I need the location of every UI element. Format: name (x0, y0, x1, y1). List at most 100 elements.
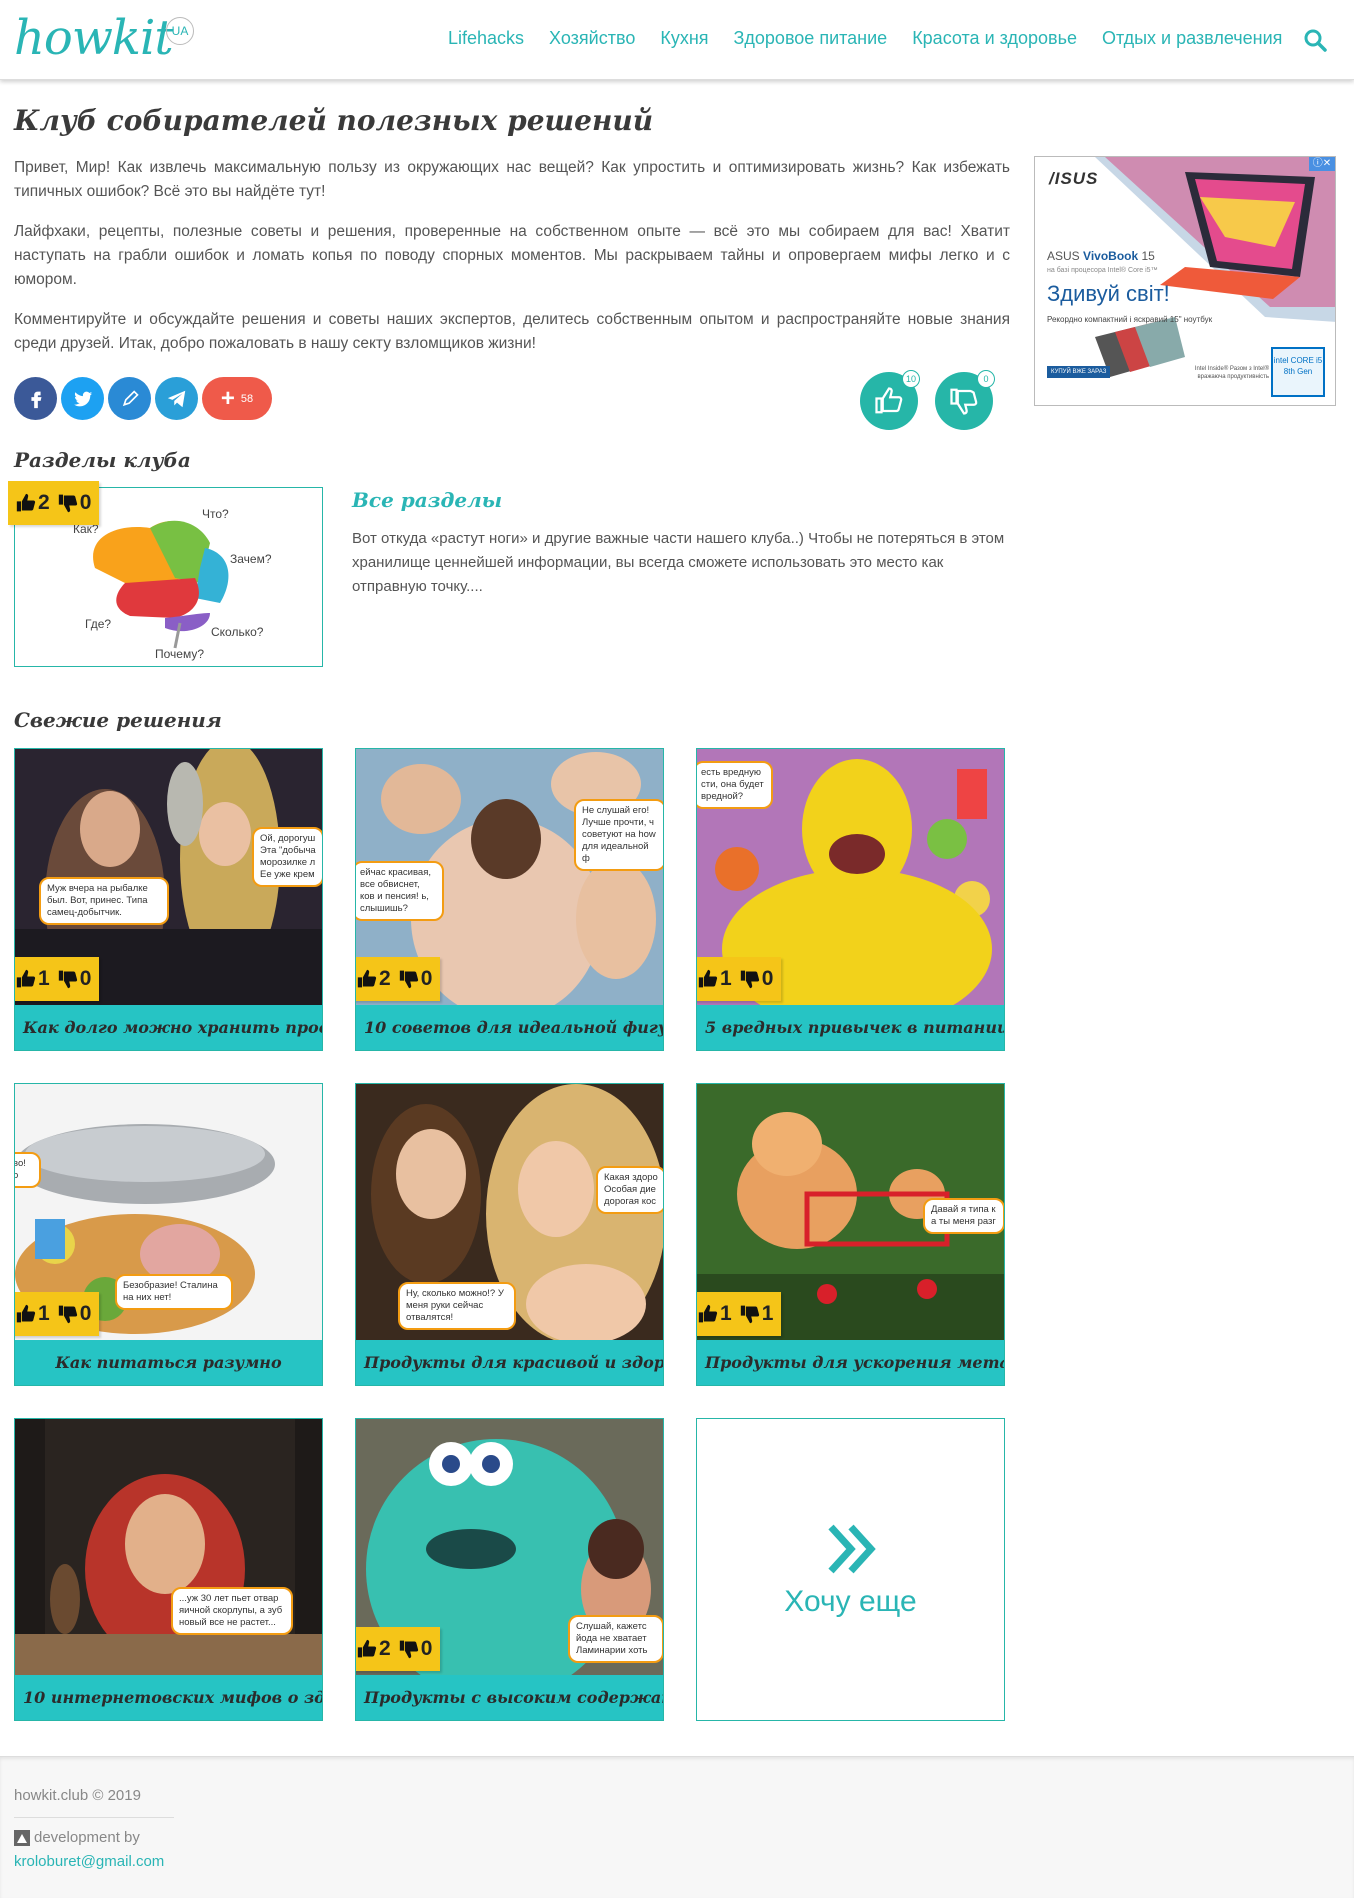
card-image (15, 1419, 322, 1675)
nav-lifehacks[interactable]: Lifehacks (448, 28, 524, 49)
rating-up: 2 (38, 491, 50, 514)
intel-badge: intel CORE i5 8th Gen (1271, 347, 1325, 397)
rating-up: 1 (38, 967, 50, 990)
rating-down: 0 (420, 967, 433, 990)
dislike-count: 0 (977, 370, 995, 388)
double-chevron-right-icon (827, 1524, 876, 1573)
like-button[interactable]: 10 (860, 370, 920, 430)
solution-card[interactable]: Давай я типа к а ты меня разг 1 1 Продук… (696, 1083, 1005, 1386)
region-badge: UA (166, 17, 194, 45)
site-header: howkit UA Lifehacks Хозяйство Кухня Здор… (0, 0, 1354, 80)
developer-logo-icon (14, 1829, 30, 1846)
brain-label: Почему? (155, 647, 204, 661)
solution-card[interactable]: Слушай, кажетс йода не хватает Ламинарии… (355, 1418, 664, 1721)
thumbs-down-icon (740, 970, 759, 989)
share-count: 58 (240, 392, 254, 405)
facebook-share-button[interactable] (14, 377, 57, 420)
nav-healthy-food[interactable]: Здоровое питание (734, 28, 888, 49)
speech-bubble: Давай я типа к а ты меня разг (923, 1198, 1004, 1234)
thumbs-down-icon (950, 388, 978, 415)
pencil-icon (122, 389, 139, 406)
speech-bubble: Муж вчера на рыбалке был. Вот, принес. Т… (39, 877, 169, 925)
ad-info-icon[interactable]: ⓘ✕ (1309, 157, 1335, 171)
brain-label: Зачем? (230, 552, 272, 566)
all-sections-link[interactable]: Все разделы (352, 488, 502, 512)
solution-card[interactable]: Не слушай его! Лучше прочти, ч советуют … (355, 748, 664, 1051)
speech-bubble: Слушай, кажетс йода не хватает Ламинарии… (568, 1615, 663, 1663)
rating-badge: 2 0 (8, 481, 100, 525)
nav-beauty-health[interactable]: Красота и здоровье (912, 28, 1077, 49)
club-sections-card[interactable]: Что? Как? Зачем? Где? Сколько? Почему? 2… (8, 481, 323, 667)
rating-down: 0 (420, 1637, 433, 1660)
card-caption[interactable]: 10 советов для идеальной фигуры (356, 1005, 663, 1050)
brain-label: Что? (202, 507, 229, 521)
dislike-button[interactable]: 0 (935, 370, 995, 430)
solution-card[interactable]: во! о Безобразие! Сталина на них нет! 1 … (14, 1083, 323, 1386)
card-caption[interactable]: Продукты для красивой и здорово... (356, 1340, 663, 1385)
rating-up: 1 (720, 967, 732, 990)
thumbs-up-icon (698, 1304, 718, 1323)
card-caption[interactable]: Как питаться разумно (15, 1340, 322, 1385)
footer-divider (14, 1817, 174, 1818)
twitter-share-button[interactable] (61, 377, 104, 420)
solution-card[interactable]: Какая здоро Особая дие дорогая кос Ну, с… (355, 1083, 664, 1386)
card-caption[interactable]: 10 интернетовских мифов о здоро... (15, 1675, 322, 1720)
thumbs-up-icon (698, 969, 718, 988)
all-sections-description: Вот откуда «растут ноги» и другие важные… (352, 530, 1005, 595)
rating-down: 0 (79, 491, 92, 514)
advertisement[interactable]: /ISUS ASUS VivoBook 15 на базі процесора… (1034, 156, 1336, 406)
ad-product: ASUS VivoBook 15 (1047, 249, 1155, 263)
brain-label: Сколько? (211, 625, 264, 639)
speech-bubble: Какая здоро Особая дие дорогая кос (596, 1166, 663, 1214)
thumbs-up-icon (16, 493, 36, 512)
speech-bubble: ...уж 30 лет пьет отвар яичной скорлупы,… (171, 1587, 293, 1635)
like-count: 10 (902, 370, 920, 388)
thumbs-up-icon (357, 1639, 377, 1658)
nav-leisure[interactable]: Отдых и развлечения (1102, 28, 1282, 49)
ad-cta-button[interactable]: КУПУЙ ВЖЕ ЗАРАЗ (1047, 366, 1111, 378)
main-nav: Lifehacks Хозяйство Кухня Здоровое питан… (448, 28, 1307, 49)
rating-down: 1 (761, 1302, 774, 1325)
rating-up: 1 (38, 1302, 50, 1325)
solution-card[interactable]: есть вредную сти, она будет вредной? 1 0… (696, 748, 1005, 1051)
rating-badge: 1 0 (697, 957, 782, 1001)
card-caption[interactable]: Как долго можно хранить продук... (15, 1005, 322, 1050)
intro-paragraph: Комментируйте и обсуждайте решения и сов… (14, 311, 1010, 352)
developer-credit: development by (14, 1829, 140, 1846)
ad-headline: Здивуй світ! (1047, 281, 1170, 306)
telegram-share-button[interactable] (155, 377, 198, 420)
solution-card[interactable]: ...уж 30 лет пьет отвар яичной скорлупы,… (14, 1418, 323, 1721)
developer-email-link[interactable]: kroloburet@gmail.com (14, 1853, 164, 1870)
card-caption[interactable]: Продукты для ускорения метабо... (697, 1340, 1004, 1385)
twitter-icon (73, 391, 92, 406)
plus-icon: + (220, 384, 235, 412)
thumbs-down-icon (399, 970, 418, 989)
site-logo[interactable]: howkit (14, 14, 174, 62)
card-caption[interactable]: 5 вредных привычек в питании (697, 1005, 1004, 1050)
rating-badge: 1 0 (15, 957, 100, 1001)
ad-small-print: Intel Inside® Разом з Intel® вражаюча пр… (1194, 366, 1269, 380)
solution-card[interactable]: Ой, дорогуш Эта "добыча морозилке л Ее у… (14, 748, 323, 1051)
rating-badge: 1 0 (15, 1292, 100, 1336)
nav-kitchen[interactable]: Кухня (660, 28, 708, 49)
card-caption[interactable]: Продукты с высоким содержание... (356, 1675, 663, 1720)
brain-label: Где? (85, 617, 111, 631)
thumbs-down-icon (399, 1640, 418, 1659)
search-icon[interactable] (1303, 28, 1327, 52)
thumbs-up-icon (875, 387, 903, 414)
speech-bubble: Безобразие! Сталина на них нет! (115, 1274, 233, 1310)
speech-bubble: есть вредную сти, она будет вредной? (697, 761, 773, 809)
load-more-label: Хочу еще (784, 1584, 917, 1618)
intro-text: Привет, Мир! Как извлечь максимальную по… (14, 156, 1010, 372)
thumbs-up-icon (357, 969, 377, 988)
load-more-button[interactable]: Хочу еще (696, 1418, 1005, 1721)
livejournal-share-button[interactable] (108, 377, 151, 420)
ad-subtext: на базі процесора Intel® Core i5™ (1047, 267, 1158, 274)
nav-household[interactable]: Хозяйство (549, 28, 635, 49)
thumbs-up-icon (16, 1304, 36, 1323)
thumbs-down-icon (58, 494, 77, 513)
more-share-button[interactable]: + 58 (202, 377, 272, 420)
speech-bubble: Ну, сколько можно!? У меня руки сейчас о… (398, 1282, 516, 1330)
telegram-icon (167, 390, 185, 407)
intro-paragraph: Лайфхаки, рецепты, полезные советы и реш… (14, 223, 1010, 288)
